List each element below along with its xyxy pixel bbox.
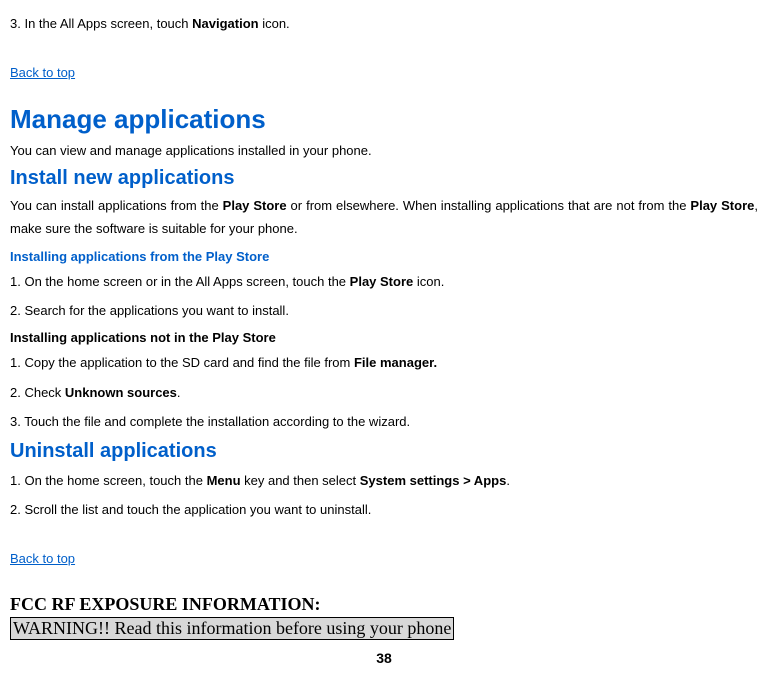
uninstall-step1-b2: System settings > Apps: [360, 473, 507, 488]
notstore-step2-b: Unknown sources: [65, 385, 177, 400]
step-navigation: 3. In the All Apps screen, touch Navigat…: [10, 12, 758, 35]
notstore-step1-b: File manager.: [354, 355, 437, 370]
back-to-top-link-2[interactable]: Back to top: [10, 551, 75, 566]
uninstall-step1-pre: 1. On the home screen, touch the: [10, 473, 207, 488]
warning-box: WARNING!! Read this information before u…: [10, 617, 454, 640]
store-step-1: 1. On the home screen or in the All Apps…: [10, 270, 758, 293]
step3-bold: Navigation: [192, 16, 258, 31]
heading-manage-applications: Manage applications: [10, 104, 758, 135]
subheading-not-play-store: Installing applications not in the Play …: [10, 330, 758, 345]
step3-prefix: 3. In the All Apps screen, touch: [10, 16, 192, 31]
back-to-top-link[interactable]: Back to top: [10, 65, 75, 80]
store-step1-b: Play Store: [350, 274, 414, 289]
notstore-step-3: 3. Touch the file and complete the insta…: [10, 410, 758, 433]
subheading-from-play-store: Installing applications from the Play St…: [10, 249, 758, 264]
store-step1-post: icon.: [413, 274, 444, 289]
manage-intro-text: You can view and manage applications ins…: [10, 139, 758, 162]
uninstall-step1-mid: key and then select: [241, 473, 360, 488]
notstore-step1-pre: 1. Copy the application to the SD card a…: [10, 355, 354, 370]
heading-install-new: Install new applications: [10, 167, 758, 190]
uninstall-step1-post: .: [506, 473, 510, 488]
notstore-step-1: 1. Copy the application to the SD card a…: [10, 351, 758, 374]
install-p2: or from elsewhere. When installing appli…: [287, 198, 691, 213]
install-b1: Play Store: [223, 198, 287, 213]
install-b2: Play Store: [690, 198, 754, 213]
notstore-step2-pre: 2. Check: [10, 385, 65, 400]
store-step1-pre: 1. On the home screen or in the All Apps…: [10, 274, 350, 289]
step3-suffix: icon.: [259, 16, 290, 31]
install-paragraph: You can install applications from the Pl…: [10, 194, 758, 241]
fcc-heading: FCC RF EXPOSURE INFORMATION:: [10, 594, 758, 615]
notstore-step-2: 2. Check Unknown sources.: [10, 381, 758, 404]
install-p1: You can install applications from the: [10, 198, 223, 213]
notstore-step2-post: .: [177, 385, 181, 400]
store-step-2: 2. Search for the applications you want …: [10, 299, 758, 322]
heading-uninstall: Uninstall applications: [10, 440, 758, 463]
uninstall-step-1: 1. On the home screen, touch the Menu ke…: [10, 469, 758, 492]
page-number: 38: [10, 650, 758, 666]
uninstall-step1-b1: Menu: [207, 473, 241, 488]
uninstall-step-2: 2. Scroll the list and touch the applica…: [10, 498, 758, 521]
